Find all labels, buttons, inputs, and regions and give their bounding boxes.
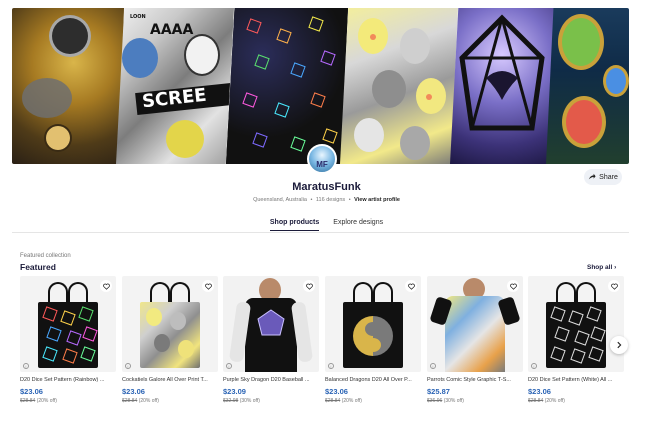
d20-die-image [46,126,70,150]
strikethrough-price: $28.84 [325,398,341,404]
share-label: Share [599,173,618,181]
product-title[interactable]: Parrots Comic Style Graphic T-S... [427,377,523,383]
shop-all-link[interactable]: Shop all › [587,264,616,271]
banner-panel-cockatiels [340,8,458,164]
discount-label: (20% off) [544,398,565,404]
discount-label: (20% off) [36,398,57,404]
product-card[interactable]: i Purple Sky Dragon D20 Baseball ... $23… [223,276,319,404]
carousel-next-button[interactable] [610,336,628,354]
banner-panel-portraits [546,8,629,164]
strikethrough-price: $36.96 [427,398,443,404]
product-image[interactable]: i [122,276,218,372]
discount-label: (30% off) [443,398,464,404]
artist-name: MaratusFunk [292,181,361,193]
product-price: $23.06 [122,387,145,396]
artist-location: Queensland, Australia [253,197,307,203]
design-count: 116 designs [315,197,346,203]
heart-icon [407,283,415,290]
info-icon[interactable]: i [328,363,334,369]
featured-eyebrow: Featured collection [20,253,71,259]
d20-die-image [52,18,88,54]
heart-icon [204,283,212,290]
product-original-price: $28.84 (20% off) [20,398,116,404]
info-icon[interactable]: i [226,363,232,369]
banner-panel-dragon-d20 [12,8,124,164]
product-price: $23.06 [20,387,43,396]
product-original-price: $36.96 (30% off) [427,398,523,404]
heart-icon [102,283,110,290]
product-card[interactable]: i Cockatiels Galore All Over Print T... … [122,276,218,404]
info-icon[interactable]: i [531,363,537,369]
product-card[interactable]: i Balanced Dragons D20 All Over P... $23… [325,276,421,404]
product-original-price: $32.98 (30% off) [223,398,319,404]
tabs-divider [12,232,629,233]
product-original-price: $28.84 (20% off) [528,398,624,404]
info-icon[interactable]: i [125,363,131,369]
cockatoo-image [186,36,218,74]
product-image[interactable]: i [427,276,523,372]
product-card[interactable]: i D20 Dice Set Pattern (White) All ... $… [528,276,624,404]
favorite-button[interactable] [608,280,620,292]
favorite-button[interactable] [202,280,214,292]
tab-shop-products[interactable]: Shop products [269,219,320,231]
product-original-price: $28.84 (20% off) [325,398,421,404]
banner-panel-dice-pattern [226,8,348,164]
heart-icon [610,283,618,290]
product-title[interactable]: Balanced Dragons D20 All Over P... [325,377,421,383]
product-original-price: $28.84 (20% off) [122,398,218,404]
profile-tabs: Shop products Explore designs [0,219,653,231]
product-image[interactable]: i [528,276,624,372]
info-icon[interactable]: i [23,363,29,369]
product-title[interactable]: D20 Dice Set Pattern (Rainbow) ... [20,377,116,383]
product-title[interactable]: Purple Sky Dragon D20 Baseball ... [223,377,319,383]
favorite-button[interactable] [405,280,417,292]
discount-label: (20% off) [341,398,362,404]
product-image[interactable]: i [20,276,116,372]
product-image[interactable]: i [325,276,421,372]
chevron-right-icon: › [614,264,617,271]
product-card[interactable]: i Parrots Comic Style Graphic T-S... $25… [427,276,523,404]
product-title[interactable]: D20 Dice Set Pattern (White) All ... [528,377,624,383]
product-price: $25.87 [427,387,450,396]
dragon-image [22,78,72,118]
artist-avatar[interactable]: MF [307,144,337,174]
share-icon [588,173,596,180]
view-artist-profile-link[interactable]: View artist profile [354,197,400,203]
product-price: $23.09 [223,387,246,396]
strikethrough-price: $28.84 [20,398,36,404]
avatar-initials: MF [316,160,328,169]
artist-banner: AAAA LOON SCREE [12,8,629,164]
product-price: $23.06 [325,387,348,396]
info-icon[interactable]: i [430,363,436,369]
heart-icon [305,283,313,290]
parrot-image [122,38,158,78]
comic-text: AAAA [150,22,194,38]
strikethrough-price: $28.84 [528,398,544,404]
product-carousel: i D20 Dice Set Pattern (Rainbow) ... $23… [20,276,630,416]
heart-icon [509,283,517,290]
banner-panel-purple-dragon [450,8,554,164]
strikethrough-price: $28.84 [122,398,138,404]
comic-text: LOON [130,14,146,20]
product-title[interactable]: Cockatiels Galore All Over Print T... [122,377,218,383]
artist-meta: Queensland, Australia • 116 designs • Vi… [253,197,400,203]
chevron-right-icon [617,341,622,349]
product-card[interactable]: i D20 Dice Set Pattern (Rainbow) ... $23… [20,276,116,404]
tab-explore-designs[interactable]: Explore designs [333,219,383,231]
discount-label: (20% off) [138,398,159,404]
discount-label: (30% off) [239,398,260,404]
featured-title: Featured [20,262,56,272]
product-image[interactable]: i [223,276,319,372]
banner-panel-comic-parrots: AAAA LOON SCREE [116,8,234,164]
strikethrough-price: $32.98 [223,398,239,404]
favorite-button[interactable] [507,280,519,292]
parrot-image [166,120,204,158]
favorite-button[interactable] [100,280,112,292]
product-price: $23.06 [528,387,551,396]
favorite-button[interactable] [303,280,315,292]
shop-all-label: Shop all [587,264,613,271]
